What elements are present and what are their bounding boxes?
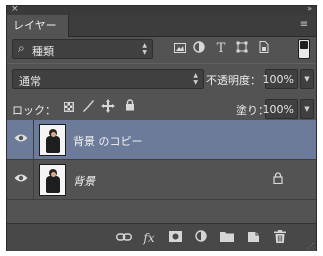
search-icon: ⌕ — [18, 41, 25, 55]
visibility-cell[interactable] — [7, 120, 34, 159]
layers-footer-toolbar: fx ⋰ — [7, 223, 316, 251]
lock-image-pixels-icon[interactable] — [80, 99, 96, 115]
fill-value: 100% — [262, 103, 294, 116]
new-adjustment-icon[interactable] — [192, 230, 210, 246]
select-arrows-icon: ▲ ▼ — [193, 72, 198, 86]
type-filter-icon[interactable]: T — [212, 40, 230, 58]
panel-title-bar: × » — [7, 3, 316, 15]
shape-filter-icon[interactable] — [233, 40, 251, 58]
filter-kind-label: 種類 — [32, 45, 54, 58]
layer-name[interactable]: 背景 — [73, 173, 95, 189]
new-group-icon[interactable] — [218, 230, 236, 246]
new-layer-icon[interactable] — [245, 230, 263, 246]
layers-list: 背景 のコピー 背景 — [7, 120, 316, 223]
lock-label: ロック： — [12, 104, 56, 117]
blend-mode-select[interactable]: 通常 ▲ ▼ — [12, 69, 204, 89]
image-filter-icon[interactable] — [171, 40, 189, 58]
lock-position-icon[interactable] — [100, 99, 116, 115]
add-mask-icon[interactable] — [166, 230, 184, 246]
adjustment-filter-icon[interactable] — [190, 40, 208, 58]
layer-lock-icon — [273, 172, 283, 187]
opacity-input[interactable]: 100% — [262, 69, 298, 89]
tab-layers[interactable]: レイヤー — [7, 15, 69, 37]
layer-row[interactable]: 背景 — [7, 160, 316, 200]
layer-name[interactable]: 背景 のコピー — [73, 133, 143, 149]
panel-menu-icon[interactable]: ≡ — [297, 18, 311, 32]
smart-object-filter-icon[interactable] — [255, 40, 273, 58]
lock-all-icon[interactable] — [122, 99, 138, 115]
layer-filter-select[interactable]: ⌕ 種類 ▲ ▼ — [12, 39, 153, 59]
close-panel-icon[interactable]: × — [11, 3, 19, 15]
link-layers-icon[interactable] — [115, 230, 133, 246]
collapse-panel-icon[interactable]: » — [307, 3, 312, 15]
lock-transparent-pixels-icon[interactable] — [64, 102, 74, 112]
fill-input[interactable]: 100% — [262, 99, 298, 119]
layer-row[interactable]: 背景 のコピー — [7, 120, 316, 160]
fill-dropdown-button[interactable]: ▼ — [300, 99, 314, 119]
layers-panel: × » レイヤー ≡ ⌕ 種類 ▲ ▼ T 通常 ▲ ▼ 不透明度： 100% ▼ — [6, 3, 317, 251]
opacity-label: 不透明度： — [206, 74, 261, 87]
eye-icon[interactable] — [14, 133, 28, 145]
delete-layer-icon[interactable] — [271, 230, 289, 246]
eye-icon[interactable] — [14, 173, 28, 185]
visibility-cell[interactable] — [7, 160, 34, 199]
resize-grip-icon[interactable]: ⋰ — [307, 242, 314, 250]
divider — [7, 63, 316, 64]
select-arrows-icon: ▲ ▼ — [142, 42, 147, 56]
layer-thumbnail[interactable] — [39, 164, 66, 196]
panel-tab-row: レイヤー ≡ — [7, 15, 316, 37]
opacity-dropdown-button[interactable]: ▼ — [300, 69, 314, 89]
layer-thumbnail[interactable] — [39, 124, 66, 156]
fx-icon[interactable]: fx — [140, 230, 158, 246]
opacity-value: 100% — [262, 73, 294, 86]
blend-mode-label: 通常 — [19, 75, 41, 88]
filter-toggle-switch[interactable] — [298, 39, 310, 59]
